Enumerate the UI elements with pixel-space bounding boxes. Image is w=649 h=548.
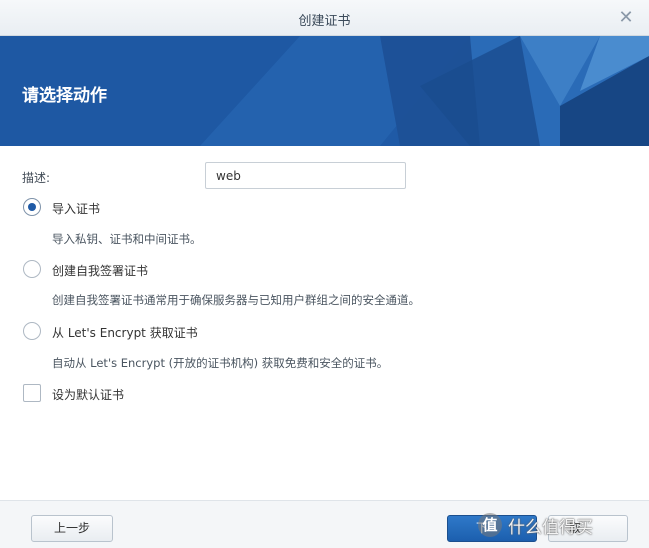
default-cert-checkbox[interactable] (23, 384, 41, 402)
option-desc-self-signed: 创建自我签署证书通常用于确保服务器与已知用户群组之间的安全通道。 (52, 293, 420, 307)
title-bar: 创建证书 ✕ (0, 0, 649, 36)
radio-lets-encrypt[interactable] (23, 322, 41, 340)
close-icon[interactable]: ✕ (617, 9, 635, 27)
prev-button[interactable]: 上一步 (31, 515, 113, 542)
radio-import-cert[interactable] (23, 198, 41, 216)
option-label-import[interactable]: 导入证书 (52, 200, 100, 217)
header-banner: 请选择动作 (0, 36, 649, 146)
description-input[interactable] (205, 162, 406, 189)
watermark: 值 什么值得买 (478, 510, 643, 540)
option-label-lets-encrypt[interactable]: 从 Let's Encrypt 获取证书 (52, 324, 198, 341)
description-label: 描述: (22, 171, 51, 185)
window-title: 创建证书 (298, 14, 351, 29)
default-cert-label[interactable]: 设为默认证书 (52, 386, 124, 403)
banner-heading: 请选择动作 (22, 86, 107, 106)
watermark-text: 什么值得买 (508, 517, 593, 538)
option-desc-lets-encrypt: 自动从 Let's Encrypt (开放的证书机构) 获取免费和安全的证书。 (52, 356, 389, 370)
option-label-self-signed[interactable]: 创建自我签署证书 (52, 262, 148, 279)
watermark-logo-icon: 值 (478, 513, 502, 537)
option-desc-import: 导入私钥、证书和中间证书。 (52, 232, 202, 246)
radio-self-signed[interactable] (23, 260, 41, 278)
